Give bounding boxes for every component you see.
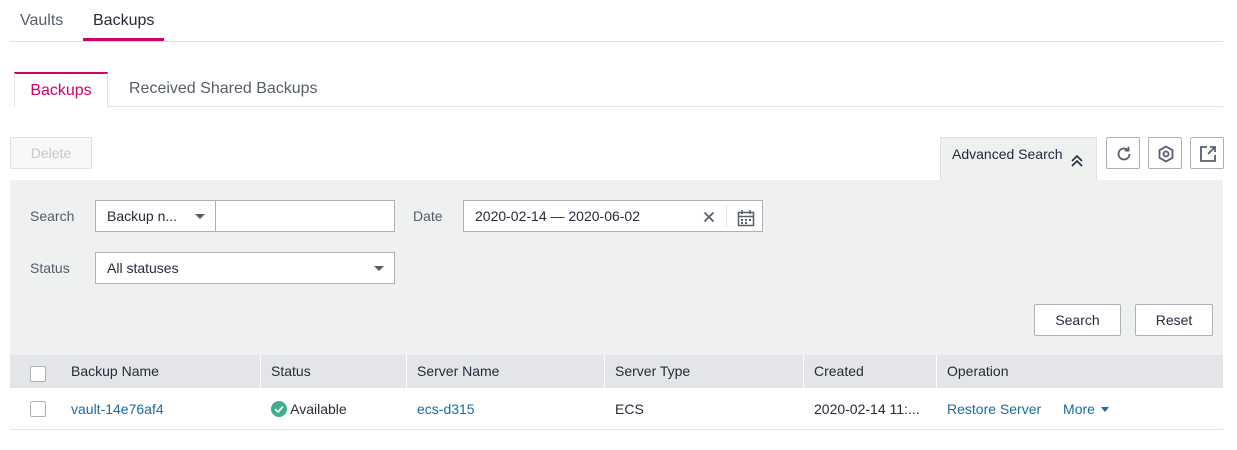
caret-down-icon (1100, 407, 1109, 412)
restore-server-link[interactable]: Restore Server (947, 401, 1041, 417)
status-text: Available (290, 401, 347, 417)
settings-button[interactable] (1148, 137, 1182, 169)
search-type-select[interactable]: Backup n... (95, 200, 216, 232)
more-label: More (1063, 401, 1095, 417)
select-all-checkbox[interactable] (30, 366, 46, 382)
sub-tabs: Backups Received Shared Backups (14, 72, 1223, 108)
date-divider (726, 205, 727, 227)
subtab-backups[interactable]: Backups (14, 72, 108, 108)
more-dropdown[interactable]: More (1063, 401, 1109, 417)
date-range-value: 2020-02-14 — 2020-06-02 (475, 208, 641, 224)
table-header: Backup Name Status Server Name Server Ty… (10, 355, 1223, 388)
advanced-search-panel: Search Backup n... Date 2020-02-14 — 202… (10, 180, 1223, 355)
row-checkbox[interactable] (30, 401, 46, 417)
status-label: Status (30, 260, 70, 276)
delete-button[interactable]: Delete (10, 137, 92, 169)
created-cell: 2020-02-14 11:... (814, 401, 920, 417)
top-tabs: Vaults Backups (10, 0, 1223, 42)
table-row: vault-14e76af4 Available ecs-d315 ECS 20… (10, 388, 1223, 430)
col-operation: Operation (947, 363, 1009, 379)
reset-button[interactable]: Reset (1135, 304, 1213, 336)
col-backup-name[interactable]: Backup Name (61, 355, 261, 388)
export-button[interactable] (1190, 137, 1224, 169)
status-cell: Available (261, 388, 407, 430)
search-label: Search (30, 208, 75, 224)
search-type-value: Backup n... (107, 208, 178, 224)
status-select-value: All statuses (107, 260, 179, 276)
tab-vaults[interactable]: Vaults (20, 0, 63, 42)
advanced-search-label: Advanced Search (952, 146, 1063, 162)
refresh-button[interactable] (1106, 137, 1140, 169)
operation-cell: Restore Server More (937, 388, 1223, 430)
chevron-down-icon (374, 266, 384, 271)
clear-icon[interactable] (702, 201, 716, 231)
date-range-picker[interactable]: 2020-02-14 — 2020-06-02 (463, 200, 763, 232)
col-server-name[interactable]: Server Name (407, 355, 605, 388)
backup-name-link[interactable]: vault-14e76af4 (61, 388, 261, 430)
server-name-link[interactable]: ecs-d315 (407, 388, 605, 430)
server-type-cell: ECS (615, 401, 644, 417)
search-button[interactable]: Search (1034, 304, 1121, 336)
calendar-icon[interactable] (737, 207, 755, 237)
col-created[interactable]: Created (804, 355, 937, 388)
tab-backups[interactable]: Backups (83, 0, 165, 41)
chevron-down-icon (195, 214, 205, 219)
advanced-search-toggle[interactable]: Advanced Search (940, 137, 1097, 181)
backups-table: Backup Name Status Server Name Server Ty… (10, 355, 1223, 430)
status-select[interactable]: All statuses (95, 252, 395, 284)
date-label: Date (413, 208, 443, 224)
col-server-type[interactable]: Server Type (605, 355, 804, 388)
col-status[interactable]: Status (261, 355, 407, 388)
subtab-received-shared-backups[interactable]: Received Shared Backups (129, 72, 318, 107)
chevron-double-up-icon (1070, 147, 1084, 179)
search-input[interactable] (215, 200, 395, 232)
available-check-icon (271, 401, 287, 417)
